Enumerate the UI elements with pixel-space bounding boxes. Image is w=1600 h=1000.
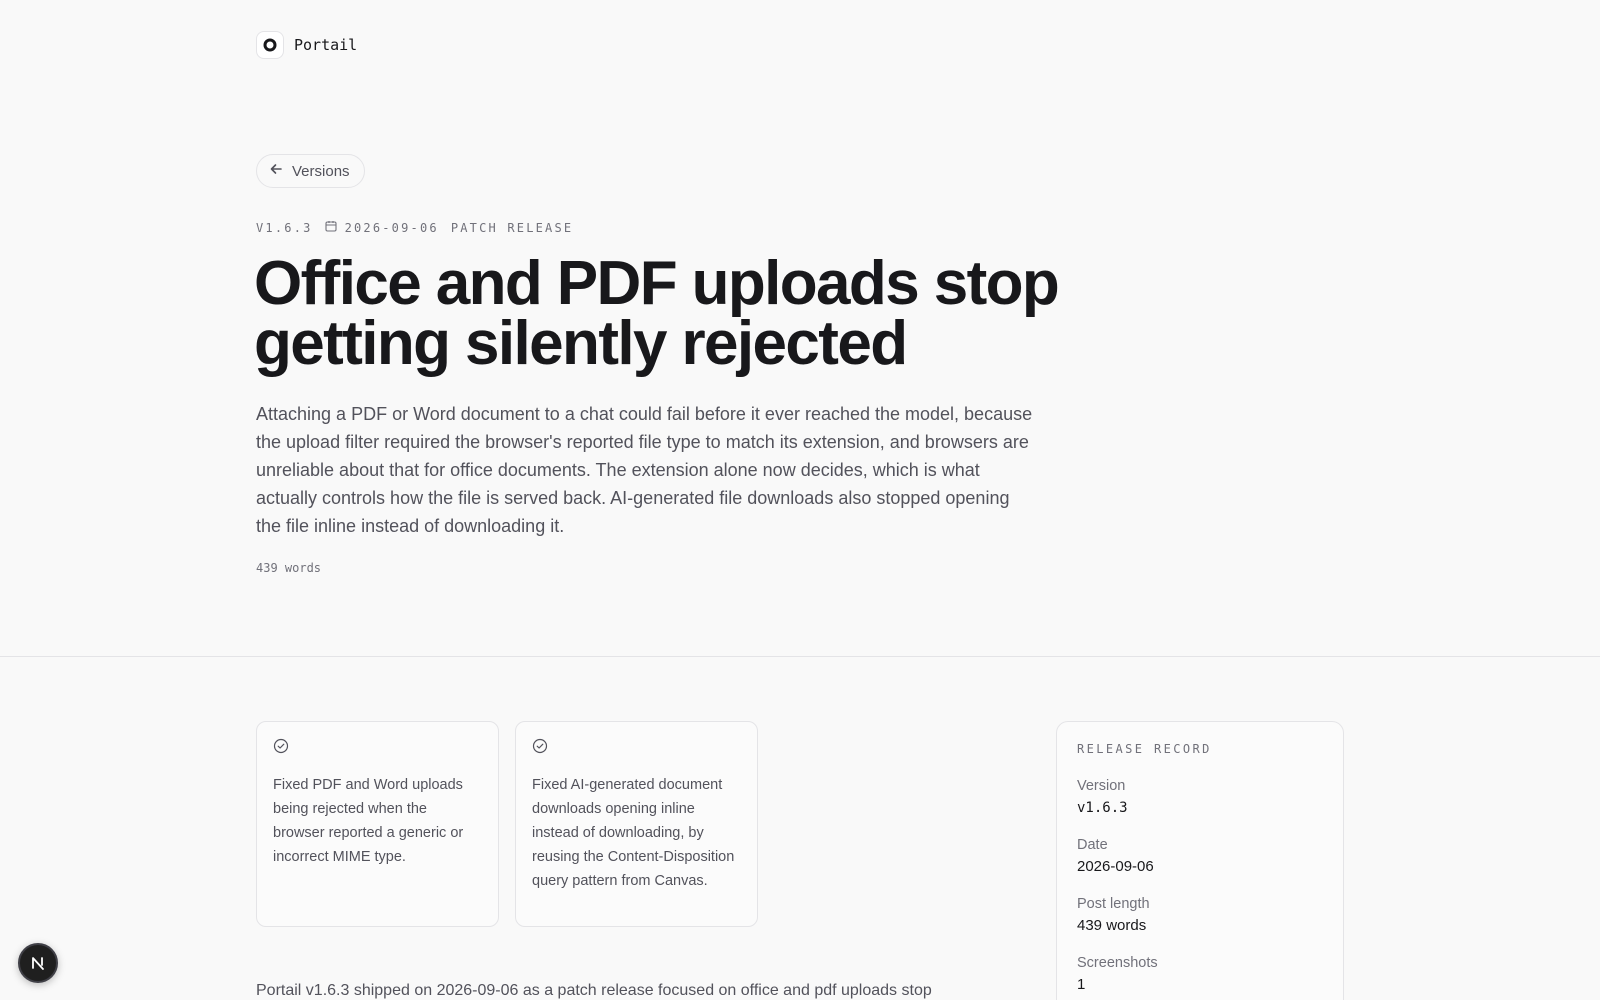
change-card: Fixed AI-generated document downloads op… bbox=[515, 721, 758, 927]
page-title: Office and PDF uploads stop getting sile… bbox=[254, 249, 1060, 378]
calendar-icon bbox=[325, 220, 337, 235]
section-divider bbox=[0, 656, 1600, 657]
release-meta: V1.6.3 2026-09-06 PATCH RELEASE bbox=[256, 220, 573, 235]
record-version: Version v1.6.3 bbox=[1077, 776, 1323, 820]
change-card: Fixed PDF and Word uploads being rejecte… bbox=[256, 721, 499, 927]
record-screenshots-value: 1 bbox=[1077, 976, 1086, 993]
meta-date: 2026-09-06 bbox=[344, 220, 439, 235]
record-version-label: Version bbox=[1077, 778, 1126, 794]
record-date: Date 2026-09-06 bbox=[1077, 835, 1323, 879]
back-to-versions-button[interactable]: Versions bbox=[256, 154, 365, 188]
release-record-panel: RELEASE RECORD Version v1.6.3 Date 2026-… bbox=[1056, 721, 1344, 1000]
n-logo-icon bbox=[32, 957, 44, 970]
check-circle-icon bbox=[532, 738, 741, 759]
record-length-label: Post length bbox=[1077, 896, 1150, 912]
brand[interactable]: Portail bbox=[256, 31, 357, 59]
page-lede: Attaching a PDF or Word document to a ch… bbox=[256, 404, 1033, 536]
record-date-label: Date bbox=[1077, 837, 1108, 853]
article-intro: Portail v1.6.3 shipped on 2026-09-06 as … bbox=[256, 982, 932, 999]
word-count: 439 words bbox=[256, 561, 322, 575]
record-length: Post length 439 words bbox=[1077, 894, 1323, 938]
brand-name: Portail bbox=[294, 36, 358, 54]
meta-date-group: 2026-09-06 bbox=[325, 220, 439, 235]
check-circle-icon bbox=[273, 738, 482, 759]
change-card-text: Fixed PDF and Word uploads being rejecte… bbox=[273, 777, 464, 865]
record-date-value: 2026-09-06 bbox=[1077, 858, 1154, 875]
arrow-left-icon bbox=[269, 162, 283, 180]
record-version-value: v1.6.3 bbox=[1077, 800, 1128, 816]
release-record-heading: RELEASE RECORD bbox=[1077, 742, 1212, 756]
record-screenshots-label: Screenshots bbox=[1077, 955, 1158, 971]
record-screenshots: Screenshots 1 bbox=[1077, 953, 1323, 997]
back-button-label: Versions bbox=[292, 162, 350, 180]
change-card-text: Fixed AI-generated document downloads op… bbox=[532, 777, 735, 889]
meta-release-type: PATCH RELEASE bbox=[450, 220, 574, 235]
meta-version: V1.6.3 bbox=[256, 220, 313, 235]
dev-tools-badge[interactable] bbox=[18, 943, 58, 983]
record-length-value: 439 words bbox=[1077, 917, 1147, 934]
ring-logo-icon bbox=[256, 31, 284, 59]
